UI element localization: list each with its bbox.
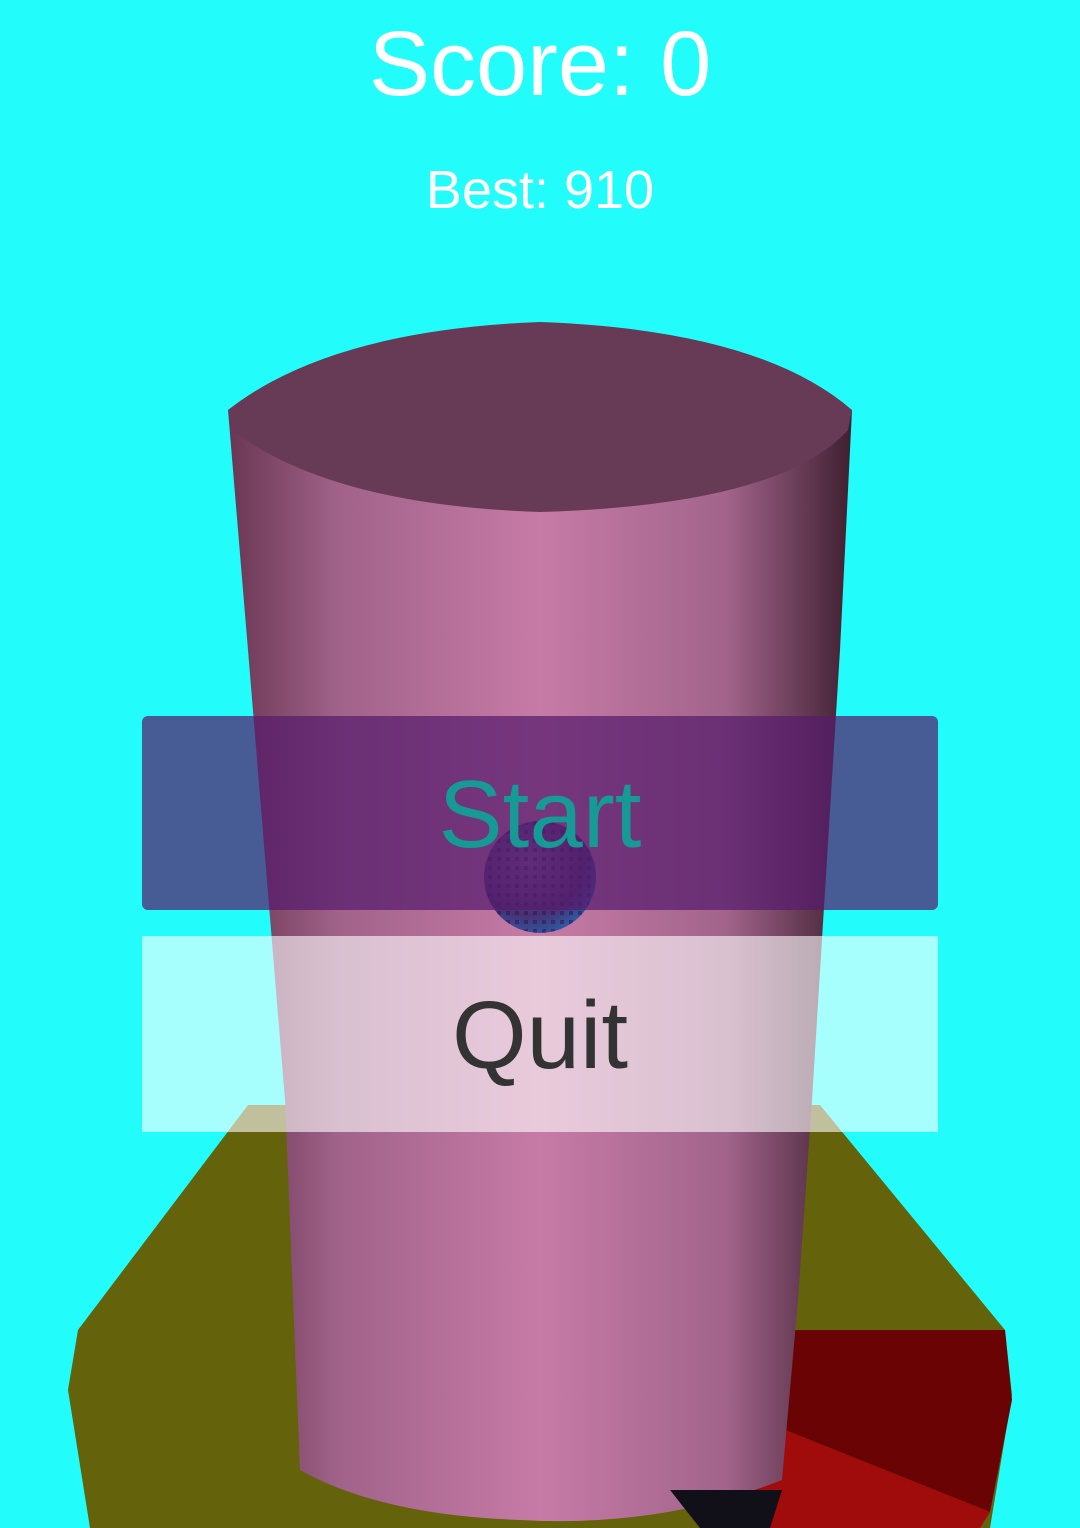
start-button[interactable]: Start xyxy=(142,716,938,910)
quit-button-label: Quit xyxy=(451,982,629,1089)
score-label: Score: 0 xyxy=(368,13,712,115)
best-score-label: Best: 910 xyxy=(425,160,655,220)
start-button-label: Start xyxy=(438,761,642,868)
quit-button[interactable]: Quit xyxy=(142,936,938,1132)
